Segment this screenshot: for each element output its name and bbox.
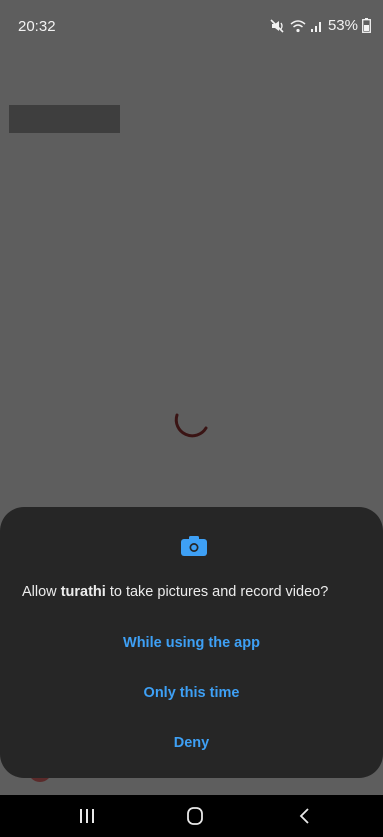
battery-icon <box>362 18 371 33</box>
status-time: 20:32 <box>18 18 56 35</box>
screen: 20:32 53% Allow turathi to take pictures… <box>0 0 383 837</box>
status-bar: 20:32 53% <box>0 0 383 52</box>
recents-icon[interactable] <box>73 805 101 827</box>
status-icons: 53% <box>270 17 371 34</box>
message-prefix: Allow <box>22 584 61 600</box>
only-this-time-button[interactable]: Only this time <box>0 685 383 701</box>
camera-icon <box>181 536 207 556</box>
wifi-icon <box>290 19 306 33</box>
background-app-label <box>9 105 120 133</box>
while-using-app-button[interactable]: While using the app <box>0 635 383 651</box>
app-name: turathi <box>60 584 106 600</box>
home-icon[interactable] <box>181 805 209 827</box>
signal-icon <box>310 19 324 33</box>
deny-button[interactable]: Deny <box>0 735 383 751</box>
permission-message: Allow turathi to take pictures and recor… <box>22 584 372 600</box>
loading-spinner-icon <box>174 413 208 438</box>
message-suffix: to take pictures and record video? <box>105 584 329 600</box>
mute-icon <box>270 18 286 33</box>
back-icon[interactable] <box>291 805 319 827</box>
navigation-bar <box>0 795 383 837</box>
battery-percent: 53% <box>327 17 358 34</box>
